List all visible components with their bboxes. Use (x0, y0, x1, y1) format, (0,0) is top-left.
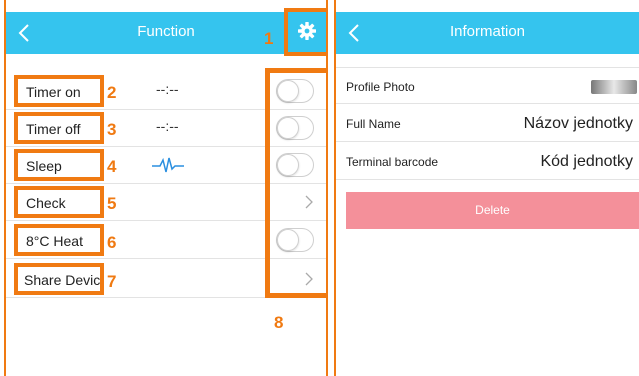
function-header: Function (6, 12, 326, 54)
full-name-label: Full Name (346, 117, 401, 131)
share-device-label: Share Devic (24, 272, 101, 288)
settings-button[interactable] (284, 8, 326, 56)
annotation-5: 5 (107, 194, 117, 213)
profile-photo-thumbnail[interactable] (591, 80, 637, 94)
timer-on-label: Timer on (26, 84, 81, 100)
timer-on-value: --:-- (156, 81, 179, 97)
full-name-value: Názov jednotky (523, 115, 633, 132)
page-title: Information (449, 23, 526, 40)
information-header: Information (336, 12, 639, 54)
annotation-2: 2 (107, 83, 117, 102)
timer-on-label-box: Timer on (14, 75, 104, 107)
sleep-label-box: Sleep (14, 149, 104, 181)
timer-off-label: Timer off (26, 121, 81, 137)
annotation-1: 1 (264, 29, 274, 48)
annotation-4: 4 (107, 157, 117, 176)
full-name-row[interactable]: Full Name Názov jednotky (336, 105, 639, 142)
annotation-6: 6 (107, 233, 117, 252)
information-screen: Information Profile Photo Full Name Názo… (334, 0, 639, 376)
heartbeat-icon (152, 157, 184, 173)
terminal-barcode-label: Terminal barcode (346, 155, 439, 169)
page-title: Function (137, 23, 195, 40)
check-label-box: Check (14, 186, 104, 218)
annotation-7: 7 (107, 272, 117, 291)
heat-label-box: 8°C Heat (14, 224, 104, 256)
timer-off-value: --:-- (156, 118, 179, 134)
gear-icon (298, 22, 316, 40)
sleep-label: Sleep (26, 158, 62, 174)
share-device-label-box: Share Devic (14, 263, 104, 295)
terminal-barcode-row[interactable]: Terminal barcode Kód jednotky (336, 143, 639, 180)
terminal-barcode-value: Kód jednotky (540, 153, 633, 170)
profile-photo-label: Profile Photo (346, 80, 415, 94)
profile-photo-row[interactable]: Profile Photo (336, 67, 639, 104)
check-label: Check (26, 195, 66, 211)
heat-label: 8°C Heat (26, 233, 83, 249)
toggles-highlight-box (265, 68, 326, 298)
annotation-8: 8 (274, 313, 284, 332)
function-screen: Function Timer on --:-- Timer off --:-- … (4, 0, 328, 376)
timer-off-label-box: Timer off (14, 112, 104, 144)
delete-button[interactable]: Delete (346, 192, 639, 229)
annotation-3: 3 (107, 120, 117, 139)
